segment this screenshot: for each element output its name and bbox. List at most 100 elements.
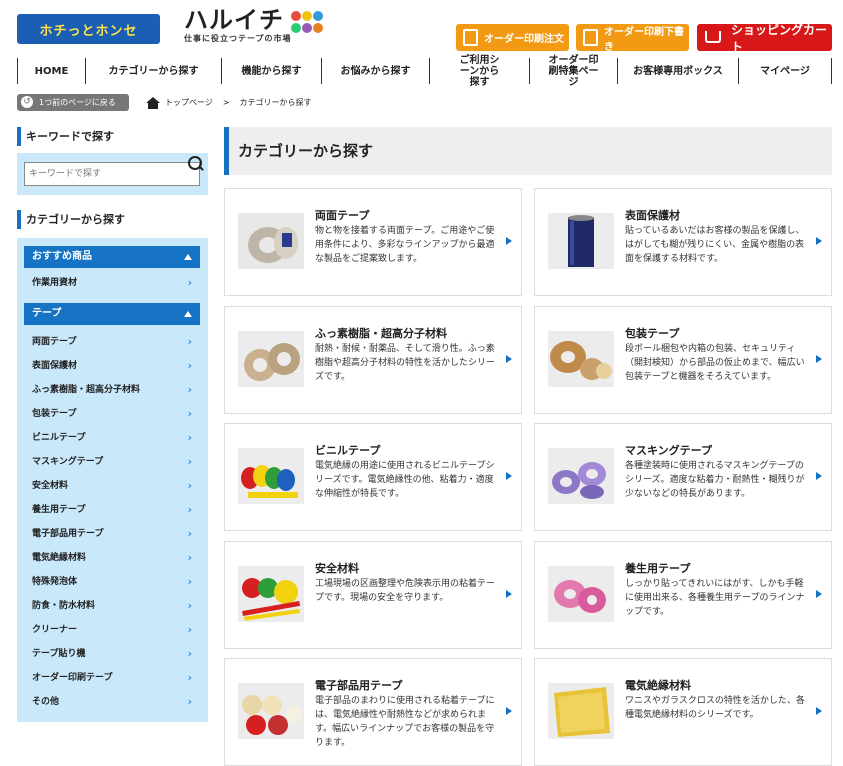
category-group-recommended[interactable]: おすすめ商品 [24, 246, 200, 268]
category-item-label: ビニルテープ [32, 433, 86, 443]
card-title: ビニルテープ [315, 444, 381, 457]
arrow-right-icon [506, 472, 512, 480]
keyword-heading: キーワードで探す [17, 127, 114, 146]
double-sided-tape-image [238, 213, 304, 269]
electrical-insulation-image [548, 683, 614, 739]
chevron-right-icon: › [187, 276, 192, 289]
category-item[interactable]: 防食・防水材料 › [24, 594, 200, 618]
category-item-label: 養生用テープ [32, 505, 86, 515]
chevron-right-icon: › [187, 695, 192, 708]
category-group-label: おすすめ商品 [32, 251, 92, 262]
category-item[interactable]: 安全材料 › [24, 474, 200, 498]
card-title: 表面保護材 [625, 209, 680, 222]
category-card-safety-material[interactable]: 安全材料 工場現場の区画整理や危険表示用の粘着テープです。現場の安全を守ります。 [224, 541, 522, 649]
category-item-label: 電気絶縁材料 [32, 553, 87, 563]
shopping-cart-label: ショッピングカート [731, 22, 828, 54]
card-desc: ワニスやガラスクロスの特性を活かした、各種電気絶縁材料のシリーズです。 [625, 696, 805, 720]
category-card-fluoropolymer[interactable]: ふっ素樹脂・超高分子材料 耐熱・耐候・耐薬品、そして滑り性。ふっ素樹脂や超高分子… [224, 306, 522, 414]
category-card-electronic-parts-tape[interactable]: 電子部品用テープ 電子部品のまわりに使用される粘着テープには、電気絶縁性や耐熱性… [224, 658, 522, 766]
breadcrumb-home[interactable]: トップページ [165, 97, 213, 108]
chevron-right-icon: › [187, 479, 192, 492]
category-item-label: 包装テープ [32, 409, 77, 419]
category-item-label: 両面テープ [32, 337, 77, 347]
nav-order-print[interactable]: オーダー印刷特集ページ [530, 55, 618, 88]
category-item[interactable]: マスキングテープ › [24, 450, 200, 474]
category-item[interactable]: 包装テープ › [24, 402, 200, 426]
nav-home[interactable]: HOME [18, 58, 86, 84]
category-item[interactable]: その他 › [24, 690, 200, 714]
category-item-label: 表面保護材 [32, 361, 78, 371]
hochitto-honse-logo[interactable]: ホチっとホンセ [17, 14, 160, 44]
chevron-right-icon: › [187, 407, 192, 420]
card-title: 電気絶縁材料 [625, 679, 691, 692]
card-desc: 耐熱・耐候・耐薬品、そして滑り性。ふっ素樹脂や超高分子材料の特性を活かしたシリー… [315, 344, 496, 382]
packaging-tape-image [548, 331, 614, 387]
chevron-right-icon: › [187, 671, 192, 684]
category-item-label: 作業用資材 [32, 278, 78, 288]
chevron-right-icon: › [187, 431, 192, 444]
arrow-right-icon [816, 472, 822, 480]
order-print-button[interactable]: オーダー印刷注文 [456, 24, 569, 51]
chevron-right-icon: › [187, 575, 192, 588]
category-item[interactable]: テープ貼り機 › [24, 642, 200, 666]
category-heading: カテゴリーから探す [17, 210, 125, 229]
back-label: 1つ前のページに戻る [39, 98, 116, 107]
card-desc: 電子部品のまわりに使用される粘着テープには、電気絶縁性や耐熱性などが求められます… [315, 696, 495, 748]
category-item[interactable]: 電子部品用テープ › [24, 522, 200, 546]
category-item[interactable]: オーダー印刷テープ › [24, 666, 200, 690]
category-item-label: ふっ素樹脂・超高分子材料 [32, 385, 141, 395]
order-draft-button[interactable]: オーダー印刷下書き [576, 24, 689, 53]
category-item[interactable]: 特殊発泡体 › [24, 570, 200, 594]
category-card-vinyl-tape[interactable]: ビニルテープ 電気絶縁の用途に使用されるビニルテープシリーズです。電気絶縁性の他… [224, 423, 522, 531]
global-nav: HOME カテゴリーから探す 機能から探す お悩みから探す ご利用シーンから探す… [17, 55, 832, 88]
page-title: カテゴリーから探す [224, 127, 832, 175]
category-item[interactable]: クリーナー › [24, 618, 200, 642]
vinyl-tape-image [238, 448, 304, 504]
category-item[interactable]: 表面保護材 › [24, 354, 200, 378]
fluoropolymer-image [238, 331, 304, 387]
category-card-masking-tape[interactable]: マスキングテープ 各種塗装時に使用されるマスキングテープのシリーズ。適度な粘着力… [534, 423, 832, 531]
nav-function[interactable]: 機能から探す [222, 58, 322, 84]
nav-category[interactable]: カテゴリーから探す [86, 58, 222, 84]
chevron-right-icon: › [187, 623, 192, 636]
category-card-surface-protection[interactable]: 表面保護材 貼っているあいだはお客様の製品を保護し、はがしても糊が残りにくい、金… [534, 188, 832, 296]
category-card-electrical-insulation[interactable]: 電気絶縁材料 ワニスやガラスクロスの特性を活かした、各種電気絶縁材料のシリーズで… [534, 658, 832, 766]
category-card-packaging-tape[interactable]: 包装テープ 段ボール梱包や内箱の包装、セキュリティ（開封検知）から部品の仮止めま… [534, 306, 832, 414]
card-title: 安全材料 [315, 562, 359, 575]
surface-protection-image [548, 213, 614, 269]
category-item-label: 安全材料 [32, 481, 69, 491]
curing-tape-image [548, 566, 614, 622]
category-item[interactable]: ふっ素樹脂・超高分子材料 › [24, 378, 200, 402]
keyword-search-input[interactable] [24, 162, 200, 186]
card-title: 包装テープ [625, 327, 680, 340]
category-item[interactable]: ビニルテープ › [24, 426, 200, 450]
category-menu: おすすめ商品 作業用資材 › テープ 両面テープ › 表面保護材 › ふっ素樹脂・超高… [17, 238, 208, 722]
card-title: 養生用テープ [625, 562, 691, 575]
search-icon[interactable] [188, 156, 204, 172]
chevron-right-icon: › [187, 647, 192, 660]
category-card-curing-tape[interactable]: 養生用テープ しっかり貼ってきれいにはがす、しかも手軽に使用出来る、各種養生用テ… [534, 541, 832, 649]
chevron-right-icon: › [187, 335, 192, 348]
category-group-tape[interactable]: テープ [24, 303, 200, 325]
nav-mypage[interactable]: マイページ [739, 58, 832, 84]
category-item-label: クリーナー [32, 625, 78, 635]
chevron-right-icon: › [187, 503, 192, 516]
nav-scene[interactable]: ご利用シーンから探す [430, 55, 530, 88]
category-item[interactable]: 電気絶縁材料 › [24, 546, 200, 570]
nav-problem[interactable]: お悩みから探す [322, 58, 430, 84]
back-button[interactable]: ↺ 1つ前のページに戻る [17, 94, 129, 111]
category-item-label: 特殊発泡体 [32, 577, 78, 587]
chevron-right-icon: › [187, 551, 192, 564]
category-item[interactable]: 養生用テープ › [24, 498, 200, 522]
category-card-double-sided-tape[interactable]: 両面テープ 物と物を接着する両面テープ。ご用途やご使用条件により、多彩なラインア… [224, 188, 522, 296]
category-item[interactable]: 両面テープ › [24, 330, 200, 354]
chevron-right-icon: › [187, 359, 192, 372]
nav-customer-box[interactable]: お客様専用ボックス [618, 58, 739, 84]
category-item-label: 防食・防水材料 [32, 601, 96, 611]
shopping-cart-button[interactable]: ショッピングカート [697, 23, 832, 54]
haruichi-logo[interactable]: ハルイチ 仕事に役立つテープの市場 [184, 7, 334, 47]
collapse-triangle-icon [184, 311, 192, 317]
category-item[interactable]: 作業用資材 › [24, 271, 200, 295]
chevron-right-icon: › [187, 527, 192, 540]
tape-rolls-icon [291, 11, 331, 35]
